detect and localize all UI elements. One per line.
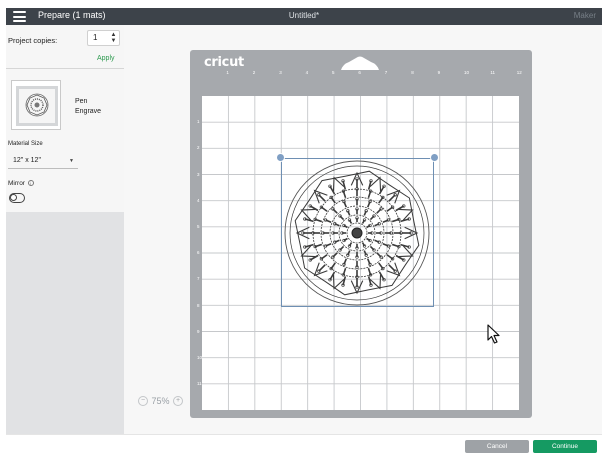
ruler-tick-top: 3: [279, 70, 282, 75]
mat-operation-line2: Engrave: [75, 108, 102, 115]
mat-settings-panel: Project copies: 1 ▲ ▼ Apply Pen Engrave …: [6, 25, 124, 212]
left-panel: Project copies: 1 ▲ ▼ Apply Pen Engrave …: [6, 25, 124, 434]
ruler-tick-top: 6: [358, 70, 361, 75]
ruler-tick-left: 5: [197, 224, 200, 229]
zoom-level: 75%: [151, 395, 170, 406]
ruler-tick-left: 11: [197, 381, 202, 387]
mirror-toggle[interactable]: [9, 193, 25, 203]
ruler-tick-left: 9: [197, 328, 200, 334]
zoom-in-button[interactable]: +: [173, 395, 184, 406]
ruler-tick-left: 7: [197, 276, 200, 282]
material-size-dropdown[interactable]: 12" x 12" ▼: [8, 154, 78, 169]
caret-down-icon: ▼: [69, 158, 74, 164]
mirror-label-row: Mirror i: [8, 180, 34, 187]
cancel-button[interactable]: Cancel: [465, 440, 529, 453]
mat-preview-canvas: cricut 1 2 3 4 5 6 7 8 9 10 11 12 1 2 3 4 5 6 7 8 9 10 11 −: [124, 25, 602, 434]
ruler-tick-top: 5: [332, 70, 335, 75]
project-copies-label: Project copies:: [8, 36, 58, 45]
mat-operation-line1: Pen: [75, 98, 88, 105]
ruler-tick-top: 1: [226, 70, 229, 75]
rotate-handle-icon[interactable]: [430, 153, 439, 162]
ruler-tick-left: 1: [197, 119, 200, 125]
ruler-tick-left: 2: [197, 145, 200, 151]
divider: [6, 68, 124, 69]
ruler-tick-top: 12: [516, 70, 522, 75]
mat-operation-label: Pen Engrave: [75, 97, 101, 117]
mouse-pointer-icon: [487, 324, 500, 344]
material-size-label: Material Size: [8, 141, 43, 147]
continue-button[interactable]: Continue: [533, 440, 597, 453]
material-size-value: 12" x 12": [13, 157, 41, 164]
mat-handle-icon: [341, 56, 379, 70]
zoom-out-button[interactable]: −: [138, 395, 148, 406]
ruler-tick-top: 7: [384, 70, 388, 75]
ruler-tick-top: 8: [411, 70, 414, 75]
info-icon[interactable]: i: [27, 180, 34, 187]
copies-stepper: ▲ ▼: [110, 32, 117, 44]
ruler-tick-top: 10: [464, 70, 470, 75]
cricut-prepare-screen: Prepare (1 mats) Untitled* Maker Project…: [0, 0, 602, 455]
cricut-logo: cricut: [204, 55, 244, 70]
cutting-mat: cricut 1 2 3 4 5 6 7 8 9 10 11 12 1 2 3 4 5 6 7 8 9 10 11: [190, 50, 532, 418]
ruler-tick-left: 3: [197, 171, 200, 177]
ruler-tick-top: 11: [490, 70, 496, 75]
ruler-tick-top: 2: [252, 70, 256, 75]
apply-button[interactable]: Apply: [97, 55, 115, 62]
project-copies-value: 1: [93, 33, 98, 42]
ruler-tick-left: 8: [197, 302, 200, 308]
ruler-tick-top: 9: [437, 70, 441, 75]
mirror-label: Mirror: [8, 180, 25, 187]
machine-name[interactable]: Maker: [574, 11, 596, 20]
top-bar: Prepare (1 mats) Untitled* Maker: [6, 8, 602, 25]
hamburger-icon[interactable]: [13, 11, 26, 22]
mat-thumbnail[interactable]: [11, 80, 61, 130]
ruler-tick-top: 4: [305, 70, 309, 75]
ruler-tick-left: 6: [197, 250, 200, 256]
mandala-thumbnail-icon: [25, 93, 49, 117]
ruler-tick-left: 4: [197, 197, 200, 203]
mandala-design[interactable]: [284, 160, 430, 306]
zoom-control: − 75% +: [138, 395, 184, 406]
bottom-bar: Cancel Continue: [6, 434, 602, 455]
document-title[interactable]: Untitled*: [289, 11, 319, 20]
toggle-knob: [10, 194, 17, 201]
prepare-title: Prepare (1 mats): [38, 10, 106, 20]
project-copies-input[interactable]: 1 ▲ ▼: [87, 30, 120, 46]
stepper-down-icon[interactable]: ▼: [110, 38, 117, 44]
